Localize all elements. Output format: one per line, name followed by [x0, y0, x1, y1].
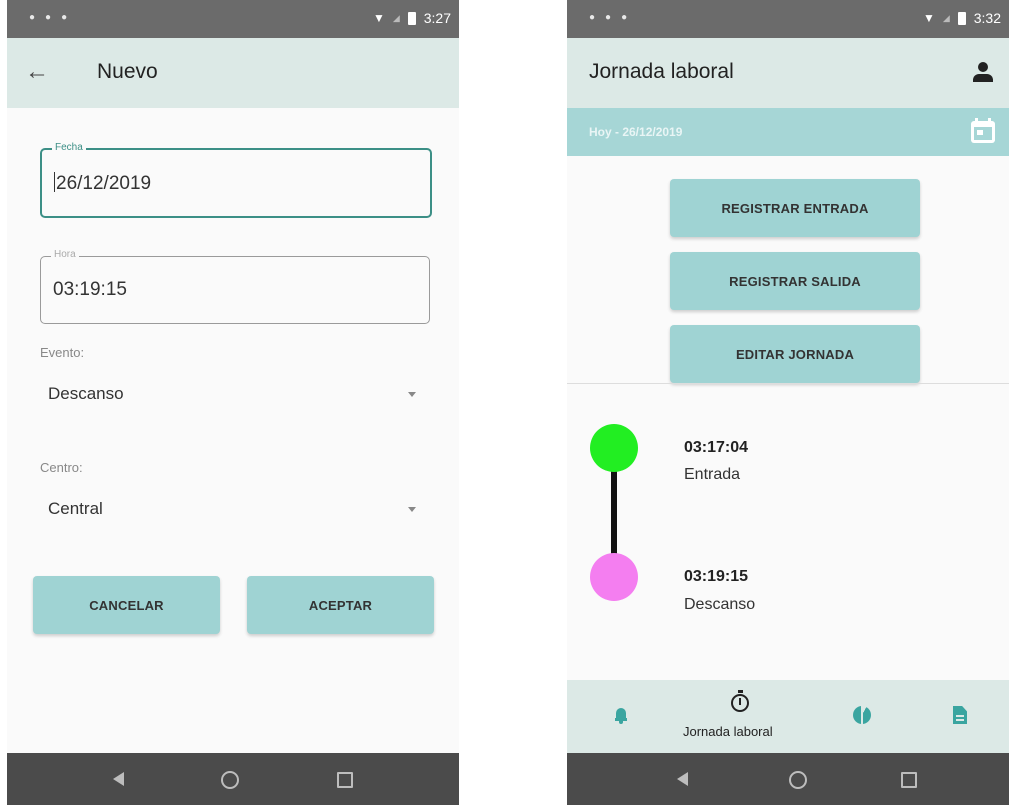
app-bar: Jornada laboral: [567, 38, 1009, 108]
status-time: 3:32: [973, 10, 1001, 26]
dropdown-arrow-icon: [408, 507, 416, 512]
notification-dots: ●●●: [29, 12, 78, 23]
recents-nav-icon[interactable]: [337, 772, 353, 788]
signal-icon: ◢: [942, 12, 950, 23]
hora-value: 03:19:15: [53, 279, 127, 300]
date-bar: Hoy - 26/12/2019: [567, 108, 1009, 156]
timeline-dot-descanso: [590, 553, 638, 601]
phone-jornada: ●●● ▼ ◢ 3:32 Jornada laboral Hoy - 26/12…: [567, 0, 1009, 805]
battery-icon: [957, 11, 966, 25]
dropdown-arrow-icon: [408, 392, 416, 397]
timeline-dot-entrada: [590, 424, 638, 472]
calendar-icon[interactable]: [971, 118, 995, 144]
editar-jornada-button[interactable]: EDITAR JORNADA: [670, 325, 920, 383]
bottom-nav-active-label[interactable]: Jornada laboral: [683, 724, 773, 739]
bottom-navigation: Jornada laboral: [567, 680, 1009, 753]
system-nav-bar: [7, 753, 459, 805]
event-name: Descanso: [684, 596, 756, 613]
status-time: 3:27: [423, 10, 451, 26]
wifi-icon: ▼: [372, 11, 385, 25]
back-arrow-icon[interactable]: ←: [25, 58, 49, 86]
evento-label: Evento:: [40, 345, 85, 360]
hora-field[interactable]: Hora 03:19:15: [40, 249, 430, 324]
registrar-salida-button[interactable]: REGISTRAR SALIDA: [670, 252, 920, 310]
signal-icon: ◢: [392, 12, 400, 23]
evento-value: Descanso: [48, 384, 124, 403]
evento-select[interactable]: Descanso: [40, 376, 420, 412]
centro-select[interactable]: Central: [40, 491, 420, 527]
wifi-icon: ▼: [922, 11, 935, 25]
page-title: Jornada laboral: [589, 60, 734, 83]
event-name: Entrada: [684, 466, 741, 483]
divider: [567, 383, 1009, 384]
back-nav-icon[interactable]: [113, 772, 124, 786]
accept-button[interactable]: ACEPTAR: [247, 576, 434, 634]
date-text: Hoy - 26/12/2019: [589, 125, 683, 139]
recents-nav-icon[interactable]: [901, 772, 917, 788]
event-time: 03:17:04: [684, 439, 749, 456]
registrar-entrada-button[interactable]: REGISTRAR ENTRADA: [670, 179, 920, 237]
bell-icon[interactable]: [615, 708, 627, 724]
home-nav-icon[interactable]: [789, 771, 807, 789]
page-title: Nuevo: [97, 60, 158, 83]
status-bar: ●●● ▼ ◢ 3:32: [567, 0, 1009, 38]
fecha-field[interactable]: Fecha 26/12/2019: [40, 142, 432, 218]
back-nav-icon[interactable]: [677, 772, 688, 786]
document-icon[interactable]: [953, 706, 967, 724]
fecha-label: Fecha: [52, 142, 86, 153]
cancel-button[interactable]: CANCELAR: [33, 576, 220, 634]
notification-dots: ●●●: [589, 12, 638, 23]
phone-nuevo: ●●● ▼ ◢ 3:27 ← Nuevo Fecha 26/12/2019 Ho…: [7, 0, 459, 805]
status-bar: ●●● ▼ ◢ 3:27: [7, 0, 459, 38]
centro-label: Centro:: [40, 460, 83, 475]
centro-value: Central: [48, 499, 103, 518]
home-nav-icon[interactable]: [221, 771, 239, 789]
user-icon[interactable]: [973, 62, 993, 84]
event-time: 03:19:15: [684, 568, 749, 585]
battery-icon: [407, 11, 416, 25]
pie-chart-icon[interactable]: [853, 706, 871, 724]
fecha-value: 26/12/2019: [56, 173, 152, 194]
system-nav-bar: [567, 753, 1009, 805]
timer-icon[interactable]: [731, 690, 749, 712]
app-bar: ← Nuevo: [7, 38, 459, 108]
text-cursor: [54, 172, 55, 192]
hora-label: Hora: [51, 249, 79, 260]
